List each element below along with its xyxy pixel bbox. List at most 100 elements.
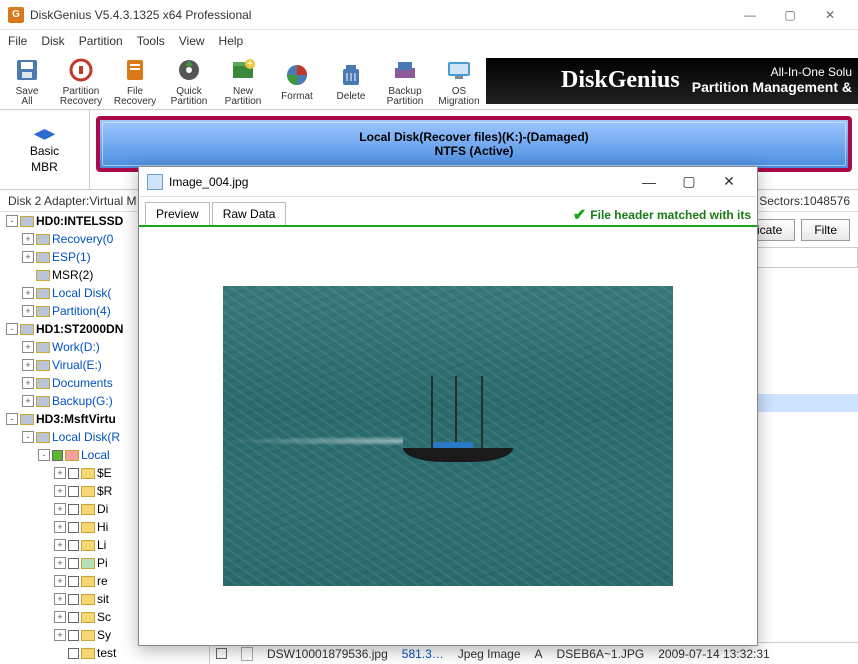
- tab-raw-data[interactable]: Raw Data: [212, 202, 287, 225]
- tree-checkbox[interactable]: [68, 486, 79, 497]
- tree-expander[interactable]: +: [22, 305, 34, 317]
- tool-save[interactable]: SaveAll: [0, 53, 54, 109]
- preview-image: [223, 286, 673, 586]
- tree-label: Di: [97, 502, 108, 516]
- tree-checkbox[interactable]: [68, 540, 79, 551]
- disk-nav: ◀▶ Basic MBR: [0, 110, 90, 189]
- folder-icon: [81, 540, 95, 551]
- tool-os-migration[interactable]: OSMigration: [432, 53, 486, 109]
- maximize-button[interactable]: ▢: [770, 1, 810, 29]
- dialog-maximize-button[interactable]: ▢: [669, 168, 709, 196]
- tree-expander[interactable]: +: [54, 485, 66, 497]
- dialog-tabs: Preview Raw Data ✔ File header matched w…: [139, 197, 757, 227]
- tree-expander[interactable]: -: [6, 323, 18, 335]
- tree-expander[interactable]: +: [54, 593, 66, 605]
- tree-expander[interactable]: +: [54, 467, 66, 479]
- tree-expander[interactable]: +: [54, 575, 66, 587]
- minimize-button[interactable]: —: [730, 1, 770, 29]
- drive-icon: [20, 414, 34, 425]
- tree-checkbox[interactable]: [68, 612, 79, 623]
- menu-disk[interactable]: Disk: [41, 34, 64, 48]
- tree-label: Sc: [97, 610, 111, 624]
- menu-partition[interactable]: Partition: [79, 34, 123, 48]
- foot-attr: A: [535, 647, 543, 661]
- tool-file-recovery[interactable]: FileRecovery: [108, 53, 162, 109]
- tool-format[interactable]: Format: [270, 53, 324, 109]
- os-migration-icon: [444, 55, 474, 85]
- tree-checkbox[interactable]: [68, 630, 79, 641]
- tree-checkbox[interactable]: [68, 648, 79, 659]
- tree-expander[interactable]: +: [54, 611, 66, 623]
- drive-icon: [36, 342, 50, 353]
- check-icon: ✔: [573, 205, 586, 225]
- banner: DiskGenius All-In-One Solu Partition Man…: [486, 58, 858, 104]
- tree-expander[interactable]: +: [22, 341, 34, 353]
- tree-expander[interactable]: -: [6, 413, 18, 425]
- tree-label: MSR(2): [52, 268, 93, 282]
- dialog-titlebar[interactable]: Image_004.jpg — ▢ ✕: [139, 167, 757, 197]
- tree-expander[interactable]: +: [54, 629, 66, 641]
- dialog-close-button[interactable]: ✕: [709, 168, 749, 196]
- tree-expander[interactable]: +: [22, 395, 34, 407]
- partition-fs: NTFS (Active): [435, 144, 514, 158]
- file-header-status: ✔ File header matched with its: [573, 205, 751, 225]
- tree-expander[interactable]: +: [22, 377, 34, 389]
- tree-expander[interactable]: +: [54, 539, 66, 551]
- drive-icon: [36, 306, 50, 317]
- folder-icon: [81, 486, 95, 497]
- tree-expander[interactable]: -: [22, 431, 34, 443]
- tree-checkbox[interactable]: [68, 522, 79, 533]
- tree-item[interactable]: test: [0, 644, 209, 662]
- partition-title: Local Disk(Recover files)(K:)-(Damaged): [359, 130, 588, 144]
- foot-size: 581.3…: [402, 647, 444, 661]
- tree-expander[interactable]: +: [22, 287, 34, 299]
- dialog-minimize-button[interactable]: —: [629, 168, 669, 196]
- disk-nav-arrows[interactable]: ◀▶: [34, 125, 56, 142]
- tree-expander[interactable]: +: [22, 233, 34, 245]
- menu-view[interactable]: View: [179, 34, 205, 48]
- tree-expander[interactable]: +: [54, 503, 66, 515]
- tool-backup-partition[interactable]: BackupPartition: [378, 53, 432, 109]
- boat-illustration: [393, 426, 523, 466]
- tree-expander[interactable]: +: [54, 557, 66, 569]
- drive-icon: [36, 234, 50, 245]
- menu-tools[interactable]: Tools: [137, 34, 165, 48]
- drive-icon: [36, 252, 50, 263]
- close-button[interactable]: ✕: [810, 1, 850, 29]
- banner-brand: DiskGenius: [561, 67, 680, 94]
- preview-dialog[interactable]: Image_004.jpg — ▢ ✕ Preview Raw Data ✔ F…: [138, 166, 758, 646]
- tree-expander[interactable]: +: [54, 521, 66, 533]
- tool-quick-partition[interactable]: QuickPartition: [162, 53, 216, 109]
- drive-icon: [36, 432, 50, 443]
- tool-partition-recovery[interactable]: PartitionRecovery: [54, 53, 108, 109]
- tree-checkbox[interactable]: [68, 576, 79, 587]
- new-partition-icon: +: [228, 55, 258, 85]
- tree-expander[interactable]: +: [22, 251, 34, 263]
- tree-expander[interactable]: +: [22, 359, 34, 371]
- tree-label: re: [97, 574, 108, 588]
- filter-button[interactable]: Filte: [801, 219, 850, 241]
- tab-preview[interactable]: Preview: [145, 202, 210, 225]
- tool-delete[interactable]: Delete: [324, 53, 378, 109]
- tree-expander[interactable]: -: [38, 449, 50, 461]
- tree-checkbox[interactable]: [68, 504, 79, 515]
- partition-bar[interactable]: Local Disk(Recover files)(K:)-(Damaged) …: [96, 116, 852, 172]
- quick-partition-icon: [174, 55, 204, 85]
- tree-label: Documents: [52, 376, 113, 390]
- tree-checkbox[interactable]: [68, 468, 79, 479]
- menu-file[interactable]: File: [8, 34, 27, 48]
- window-title: DiskGenius V5.4.3.1325 x64 Professional: [30, 8, 730, 22]
- tree-label: Local Disk(: [52, 286, 111, 300]
- tree-checkbox[interactable]: [68, 594, 79, 605]
- tool-new-partition[interactable]: + NewPartition: [216, 53, 270, 109]
- tree-label: ESP(1): [52, 250, 91, 264]
- tree-label: Local Disk(R: [52, 430, 120, 444]
- tree-label: Pi: [97, 556, 108, 570]
- tree-checkbox[interactable]: [52, 450, 63, 461]
- tree-checkbox[interactable]: [68, 558, 79, 569]
- foot-checkbox[interactable]: [216, 648, 227, 659]
- backup-partition-icon: [390, 55, 420, 85]
- menu-help[interactable]: Help: [219, 34, 244, 48]
- tree-expander[interactable]: -: [6, 215, 18, 227]
- foot-date: 2009-07-14 13:32:31: [658, 647, 769, 661]
